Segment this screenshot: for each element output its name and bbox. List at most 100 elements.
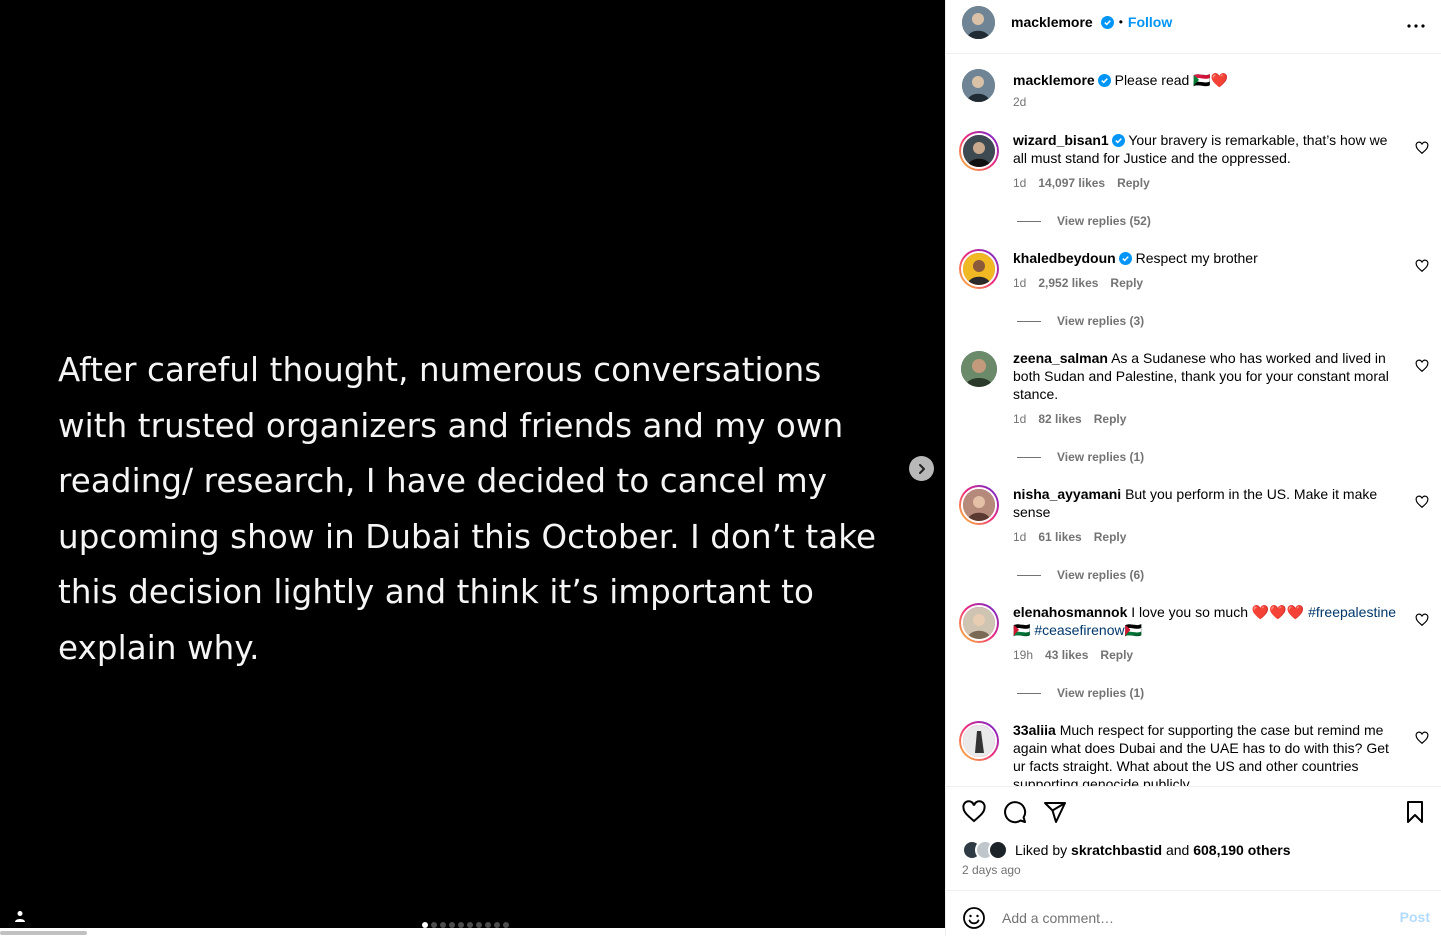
view-replies-button[interactable]: View replies (52) xyxy=(1017,214,1429,228)
comment-time[interactable]: 1d xyxy=(1013,274,1026,292)
heart-icon[interactable] xyxy=(961,799,987,825)
more-horizontal-icon[interactable] xyxy=(1404,14,1428,38)
comment-avatar[interactable] xyxy=(959,721,999,761)
comment-likes[interactable]: 2,952 likes xyxy=(1038,274,1098,292)
caption-time[interactable]: 2d xyxy=(1013,93,1026,111)
reply-button[interactable]: Reply xyxy=(1094,410,1127,428)
scrollbar-thumb[interactable] xyxy=(0,931,87,935)
comment-username[interactable]: wizard_bisan1 xyxy=(1013,132,1109,148)
view-replies-button[interactable]: View replies (6) xyxy=(1017,568,1429,582)
reply-button[interactable]: Reply xyxy=(1100,646,1133,664)
bookmark-icon[interactable] xyxy=(1402,799,1428,825)
view-replies-button[interactable]: View replies (1) xyxy=(1017,686,1429,700)
view-replies-line xyxy=(1017,456,1041,458)
comment-avatar[interactable] xyxy=(959,485,999,525)
comment-avatar[interactable] xyxy=(959,603,999,643)
post-comment-button[interactable]: Post xyxy=(1400,909,1430,925)
carousel-dot xyxy=(458,922,464,928)
comment-likes[interactable]: 14,097 likes xyxy=(1038,174,1105,192)
carousel-dot xyxy=(467,922,473,928)
next-slide-button[interactable] xyxy=(909,456,934,481)
carousel-dot xyxy=(422,922,428,928)
comment-heart-icon[interactable] xyxy=(1415,259,1429,273)
liked-by-prefix: Liked by xyxy=(1015,842,1068,858)
comment-username[interactable]: zeena_salman xyxy=(1013,350,1108,366)
reply-button[interactable]: Reply xyxy=(1117,174,1150,192)
view-replies-label[interactable]: View replies (3) xyxy=(1057,314,1144,328)
follow-button[interactable]: Follow xyxy=(1128,14,1172,30)
reply-button[interactable]: Reply xyxy=(1094,528,1127,546)
author-username[interactable]: macklemore xyxy=(1011,14,1093,30)
post-media: After careful thought, numerous conversa… xyxy=(0,0,945,928)
add-comment-bar: Post xyxy=(946,890,1441,936)
comment-icon[interactable] xyxy=(1002,799,1028,825)
comment-text: Respect my brother xyxy=(1135,250,1258,266)
comment-avatar[interactable] xyxy=(959,131,999,171)
carousel-dot xyxy=(431,922,437,928)
comment-item: wizard_bisan1 Your bravery is remarkable… xyxy=(959,131,1429,228)
comment-heart-icon[interactable] xyxy=(1415,141,1429,155)
comment-username[interactable]: khaledbeydoun xyxy=(1013,250,1116,266)
liked-by-others[interactable]: 608,190 others xyxy=(1193,842,1290,858)
comment-time[interactable]: 1d xyxy=(1013,174,1026,192)
post-time[interactable]: 2 days ago xyxy=(962,863,1021,877)
comment-likes[interactable]: 82 likes xyxy=(1038,410,1081,428)
comments-list[interactable]: macklemore Please read 🇸🇩❤️ 2d wizard_bi… xyxy=(946,55,1441,786)
comment-username[interactable]: nisha_ayyamani xyxy=(1013,486,1121,502)
comment-heart-icon[interactable] xyxy=(1415,495,1429,509)
comment-item: nisha_ayyamani But you perform in the US… xyxy=(959,485,1429,582)
liked-by-avatars[interactable] xyxy=(962,840,1008,860)
comment-avatar[interactable] xyxy=(959,249,999,289)
view-replies-label[interactable]: View replies (1) xyxy=(1057,686,1144,700)
comment-time[interactable]: 1d xyxy=(1013,410,1026,428)
carousel-dot xyxy=(485,922,491,928)
add-comment-input[interactable] xyxy=(1002,903,1382,933)
carousel-dot xyxy=(440,922,446,928)
verified-badge-icon xyxy=(1118,252,1132,265)
comment-heart-icon[interactable] xyxy=(1415,731,1429,745)
comment-item: zeena_salman As a Sudanese who has worke… xyxy=(959,349,1429,464)
horizontal-scrollbar[interactable] xyxy=(0,930,945,936)
emoji-icon[interactable] xyxy=(962,906,986,930)
hashtag-link[interactable]: #ceasefirenow🇵🇸 xyxy=(1034,622,1142,638)
view-replies-label[interactable]: View replies (6) xyxy=(1057,568,1144,582)
caption-username[interactable]: macklemore xyxy=(1013,72,1095,88)
comment-heart-icon[interactable] xyxy=(1415,613,1429,627)
verified-badge-icon xyxy=(1097,74,1111,87)
user-tag-icon[interactable] xyxy=(12,908,28,924)
comment-time[interactable]: 1d xyxy=(1013,528,1026,546)
comment-text: I love you so much ❤️❤️❤️ xyxy=(1131,604,1305,620)
verified-badge-icon xyxy=(1111,134,1125,147)
caption-avatar[interactable] xyxy=(962,69,995,102)
comment-item: elenahosmannok I love you so much ❤️❤️❤️… xyxy=(959,603,1429,700)
caption-text: Please read 🇸🇩❤️ xyxy=(1114,72,1229,88)
view-replies-label[interactable]: View replies (1) xyxy=(1057,450,1144,464)
liked-avatar[interactable] xyxy=(988,840,1008,860)
comment-avatar[interactable] xyxy=(961,351,997,387)
comment-likes[interactable]: 43 likes xyxy=(1045,646,1088,664)
comment-username[interactable]: elenahosmannok xyxy=(1013,604,1127,620)
view-replies-button[interactable]: View replies (3) xyxy=(1017,314,1429,328)
liked-by-summary: Liked by skratchbastid and 608,190 other… xyxy=(962,840,1291,860)
comment-text: Much respect for supporting the case but… xyxy=(1013,722,1389,786)
view-replies-label[interactable]: View replies (52) xyxy=(1057,214,1151,228)
view-replies-line xyxy=(1017,320,1041,322)
comment-item: khaledbeydoun Respect my brother 1d 2,952… xyxy=(959,249,1429,328)
reply-button[interactable]: Reply xyxy=(1110,274,1143,292)
comment-time[interactable]: 19h xyxy=(1013,646,1033,664)
comment-likes[interactable]: 61 likes xyxy=(1038,528,1081,546)
view-replies-line xyxy=(1017,692,1041,694)
post-header: macklemore • Follow xyxy=(946,0,1441,54)
post-side-panel: macklemore • Follow macklemore Please re… xyxy=(945,0,1441,936)
comment-item: 33aliia Much respect for supporting the … xyxy=(959,721,1429,786)
comment-heart-icon[interactable] xyxy=(1415,359,1429,373)
view-replies-line xyxy=(1017,574,1041,576)
view-replies-line xyxy=(1017,220,1041,222)
verified-badge-icon xyxy=(1100,15,1114,29)
send-icon[interactable] xyxy=(1042,799,1068,825)
post-caption: macklemore Please read 🇸🇩❤️ 2d xyxy=(959,69,1429,111)
comment-username[interactable]: 33aliia xyxy=(1013,722,1056,738)
author-avatar[interactable] xyxy=(962,6,995,39)
liked-by-user[interactable]: skratchbastid xyxy=(1071,842,1162,858)
view-replies-button[interactable]: View replies (1) xyxy=(1017,450,1429,464)
